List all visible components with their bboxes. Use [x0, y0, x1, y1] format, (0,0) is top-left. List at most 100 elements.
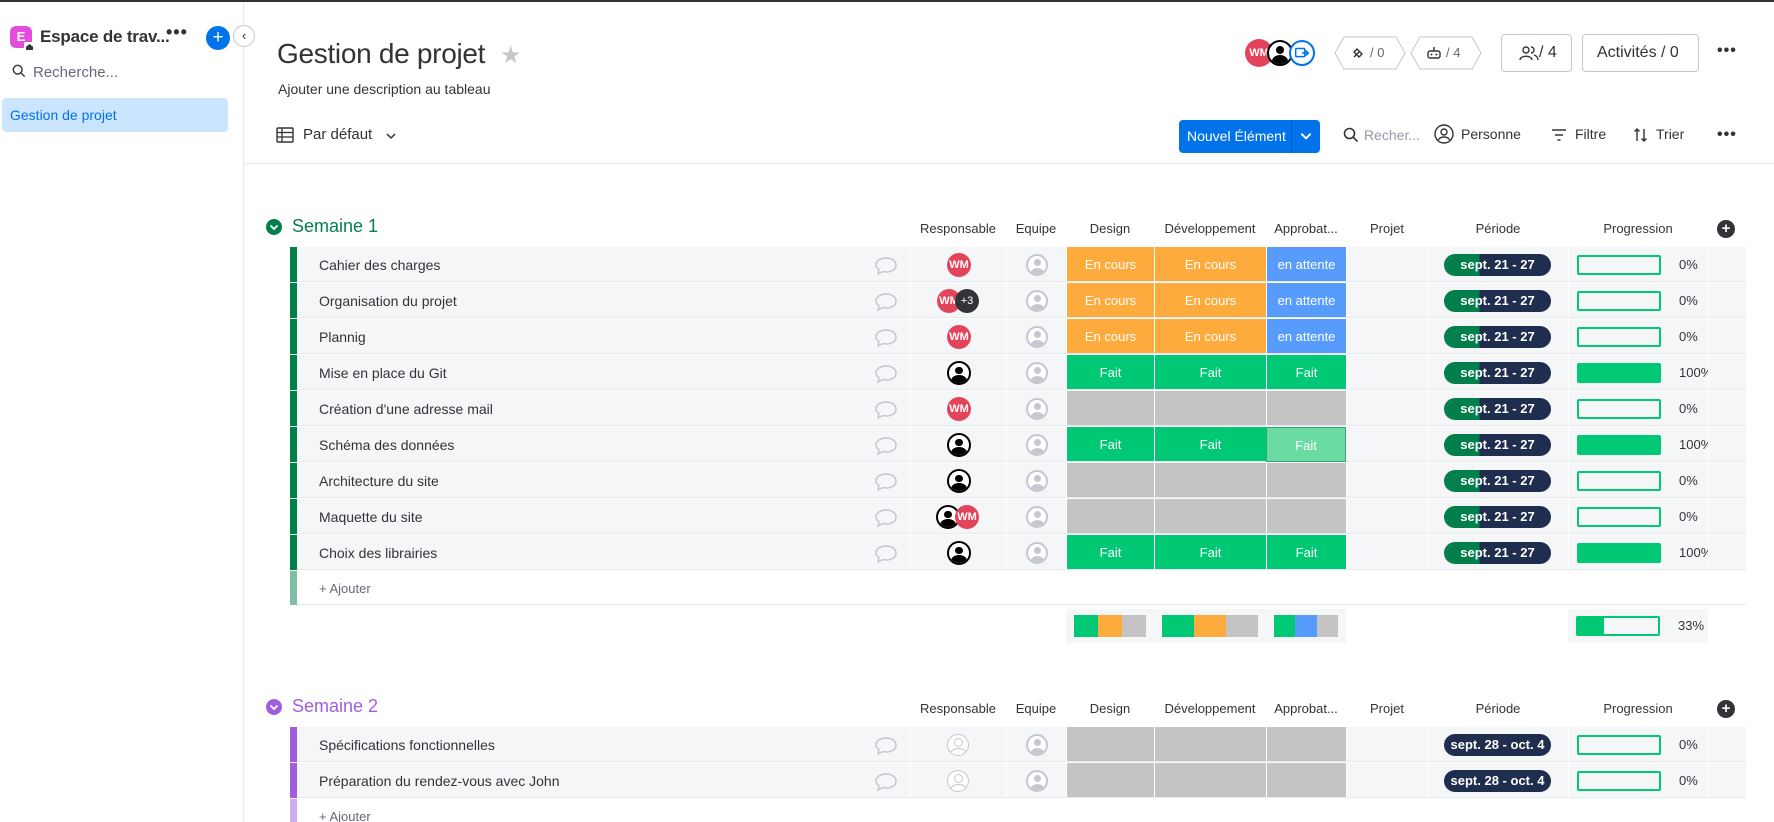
table-row[interactable]: Choix des librairies Fait Fait Fait sept. 21… [290, 535, 1746, 570]
period-cell[interactable]: sept. 21 - 27 [1428, 391, 1568, 426]
add-button[interactable]: + [206, 26, 230, 50]
sidebar-search[interactable]: Recherche... [10, 60, 230, 86]
add-item-row[interactable]: + Ajouter [290, 799, 1746, 822]
column-header-team[interactable]: Equipe [1006, 701, 1066, 716]
team-cell[interactable] [1006, 283, 1066, 318]
search-input[interactable]: Recherche... [33, 64, 118, 81]
team-cell[interactable] [1006, 727, 1066, 762]
status-dev[interactable]: Fait [1154, 355, 1266, 390]
item-name-cell[interactable]: Plannig [297, 319, 910, 354]
table-row[interactable]: Préparation du rendez-vous avec John sept… [290, 763, 1746, 798]
owner-cell[interactable] [910, 463, 1006, 498]
status-approval[interactable]: en attente [1266, 247, 1346, 282]
status-approval[interactable] [1266, 763, 1346, 798]
status-design[interactable] [1066, 763, 1154, 798]
comment-bubble-icon[interactable] [874, 328, 897, 348]
item-name-cell[interactable]: Spécifications fonctionnelles [297, 727, 910, 762]
period-cell[interactable]: sept. 21 - 27 [1428, 247, 1568, 282]
status-approval[interactable]: en attente [1266, 319, 1346, 354]
owner-cell[interactable] [910, 355, 1006, 390]
timeline-pill[interactable]: sept. 28 - oct. 4 [1444, 734, 1551, 756]
status-design[interactable]: En cours [1066, 247, 1154, 282]
status-design[interactable]: Fait [1066, 535, 1154, 570]
status-approval[interactable] [1266, 727, 1346, 762]
comment-bubble-icon[interactable] [874, 508, 897, 528]
item-name-cell[interactable]: Organisation du projet [297, 283, 910, 318]
status-dev[interactable] [1154, 463, 1266, 498]
owner-cell[interactable]: WM +3 [910, 283, 1006, 318]
timeline-pill[interactable]: sept. 21 - 27 [1444, 362, 1551, 384]
add-item-input[interactable]: + Ajouter [319, 581, 371, 596]
timeline-pill[interactable]: sept. 21 - 27 [1444, 506, 1551, 528]
team-cell[interactable] [1006, 391, 1066, 426]
workspace-header[interactable]: E Espace de trav... ••• + [10, 22, 234, 51]
item-name[interactable]: Mise en place du Git [319, 365, 447, 381]
comment-bubble-icon[interactable] [874, 256, 897, 276]
project-cell[interactable] [1346, 319, 1428, 354]
period-cell[interactable]: sept. 21 - 27 [1428, 319, 1568, 354]
period-cell[interactable]: sept. 21 - 27 [1428, 427, 1568, 462]
board-description[interactable]: Ajouter une description au tableau [278, 81, 490, 97]
project-cell[interactable] [1346, 283, 1428, 318]
column-header-approval[interactable]: Approbat... [1266, 221, 1346, 236]
comment-bubble-icon[interactable] [874, 436, 897, 456]
status-dev[interactable] [1154, 391, 1266, 426]
status-design[interactable]: Fait [1066, 355, 1154, 390]
item-name-cell[interactable]: Schéma des données [297, 427, 910, 462]
item-name[interactable]: Organisation du projet [319, 293, 457, 309]
status-approval[interactable] [1266, 391, 1346, 426]
item-name[interactable]: Spécifications fonctionnelles [319, 737, 495, 753]
owner-cell[interactable]: WM [910, 247, 1006, 282]
project-cell[interactable] [1346, 391, 1428, 426]
status-design[interactable]: Fait [1066, 427, 1154, 462]
status-approval[interactable]: en attente [1266, 283, 1346, 318]
column-header-period[interactable]: Période [1428, 221, 1568, 236]
item-name-cell[interactable]: Mise en place du Git [297, 355, 910, 390]
project-cell[interactable] [1346, 727, 1428, 762]
period-cell[interactable]: sept. 21 - 27 [1428, 499, 1568, 534]
collapse-sidebar-button[interactable]: ‹ [233, 25, 255, 47]
item-name-cell[interactable]: Préparation du rendez-vous avec John [297, 763, 910, 798]
item-name-cell[interactable]: Maquette du site [297, 499, 910, 534]
group-collapse-icon[interactable] [266, 219, 282, 235]
column-header-owner[interactable]: Responsable [910, 221, 1006, 236]
column-header-dev[interactable]: Développement [1154, 701, 1266, 716]
column-header-progress[interactable]: Progression [1568, 221, 1708, 236]
status-approval[interactable]: Fait [1266, 355, 1346, 390]
status-dev[interactable] [1154, 499, 1266, 534]
column-header-progress[interactable]: Progression [1568, 701, 1708, 716]
automations-button[interactable]: / 4 [1410, 36, 1482, 70]
item-name[interactable]: Préparation du rendez-vous avec John [319, 773, 559, 789]
timeline-pill[interactable]: sept. 21 - 27 [1444, 434, 1551, 456]
table-row[interactable]: Cahier des charges WM En cours En cours en a… [290, 247, 1746, 282]
table-row[interactable]: Spécifications fonctionnelles sept. 28 - … [290, 727, 1746, 762]
status-design[interactable] [1066, 463, 1154, 498]
integrations-button[interactable]: / 0 [1334, 36, 1406, 70]
table-row[interactable]: Plannig WM En cours En cours en attente sept.… [290, 319, 1746, 354]
column-header-approval[interactable]: Approbat... [1266, 701, 1346, 716]
period-cell[interactable]: sept. 28 - oct. 4 [1428, 763, 1568, 798]
item-name-cell[interactable]: Cahier des charges [297, 247, 910, 282]
column-header-dev[interactable]: Développement [1154, 221, 1266, 236]
team-cell[interactable] [1006, 319, 1066, 354]
comment-bubble-icon[interactable] [874, 472, 897, 492]
status-dev[interactable]: En cours [1154, 247, 1266, 282]
owner-cell[interactable] [910, 427, 1006, 462]
status-design[interactable] [1066, 499, 1154, 534]
add-item-input[interactable]: + Ajouter [319, 809, 371, 822]
column-header-period[interactable]: Période [1428, 701, 1568, 716]
project-cell[interactable] [1346, 763, 1428, 798]
owner-cell[interactable] [910, 727, 1006, 762]
table-row[interactable]: Mise en place du Git Fait Fait Fait sept. 21… [290, 355, 1746, 390]
team-cell[interactable] [1006, 499, 1066, 534]
column-header-owner[interactable]: Responsable [910, 701, 1006, 716]
project-cell[interactable] [1346, 247, 1428, 282]
workspace-title[interactable]: Espace de trav... [40, 27, 170, 47]
owner-cell[interactable]: WM [910, 391, 1006, 426]
team-cell[interactable] [1006, 427, 1066, 462]
project-cell[interactable] [1346, 499, 1428, 534]
members-button[interactable]: / 4 [1501, 34, 1572, 72]
item-name[interactable]: Maquette du site [319, 509, 423, 525]
status-design[interactable] [1066, 727, 1154, 762]
timeline-pill[interactable]: sept. 21 - 27 [1444, 542, 1551, 564]
